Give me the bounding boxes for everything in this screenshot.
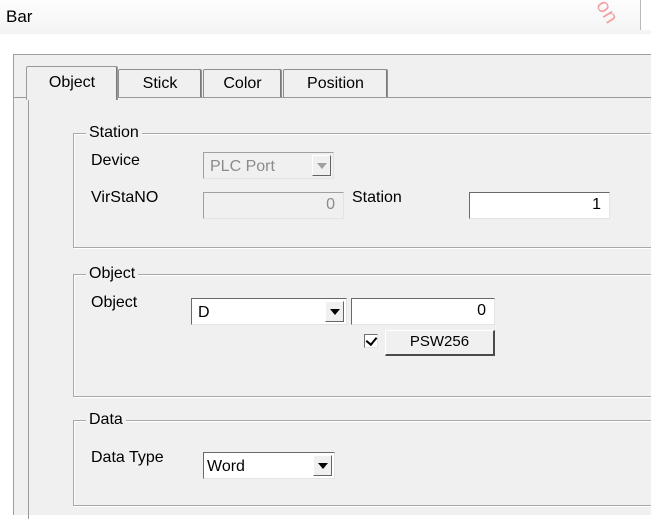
- tab-panel-object: Station Device PLC Port VirStaNO 0 Stati…: [28, 99, 651, 519]
- properties-dialog: Object Stick Color Position Station Devi…: [13, 54, 651, 519]
- device-combo: PLC Port: [203, 152, 334, 179]
- object-label: Object: [91, 294, 138, 311]
- station-label: Station: [352, 189, 402, 206]
- tab-color[interactable]: Color: [203, 69, 282, 98]
- data-type-value: Word: [207, 458, 245, 475]
- object-group: Object Object D 0 PSW256: [73, 265, 651, 397]
- tab-object[interactable]: Object: [26, 66, 118, 100]
- station-legend: Station: [86, 124, 142, 142]
- device-dropdown-arrow-icon: [312, 155, 331, 176]
- title-bar: [0, 0, 651, 34]
- data-type-combo[interactable]: Word: [203, 452, 335, 479]
- object-type-dropdown-arrow-icon[interactable]: [325, 301, 344, 322]
- virstano-field: 0: [203, 192, 344, 219]
- object-type-value: D: [198, 304, 210, 321]
- data-type-label: Data Type: [91, 449, 164, 466]
- address-checkbox[interactable]: [364, 333, 378, 348]
- checkmark-icon: [365, 333, 378, 347]
- window-title: Bar: [6, 7, 33, 26]
- psw256-button[interactable]: PSW256: [385, 330, 495, 356]
- data-type-dropdown-arrow-icon[interactable]: [313, 455, 332, 476]
- station-group: Station Device PLC Port VirStaNO 0 Stati…: [73, 124, 651, 248]
- station-field[interactable]: 1: [469, 192, 610, 219]
- object-legend: Object: [86, 265, 139, 283]
- object-type-combo[interactable]: D: [191, 298, 347, 325]
- object-address-field[interactable]: 0: [351, 298, 495, 325]
- device-label: Device: [91, 152, 140, 169]
- data-legend: Data: [86, 411, 126, 429]
- tab-stick[interactable]: Stick: [118, 69, 202, 98]
- device-value: PLC Port: [210, 158, 275, 175]
- virstano-label: VirStaNO: [91, 189, 159, 206]
- data-group: Data Data Type Word: [73, 411, 651, 506]
- tab-position[interactable]: Position: [283, 69, 388, 98]
- title-bar-button[interactable]: [640, 0, 651, 30]
